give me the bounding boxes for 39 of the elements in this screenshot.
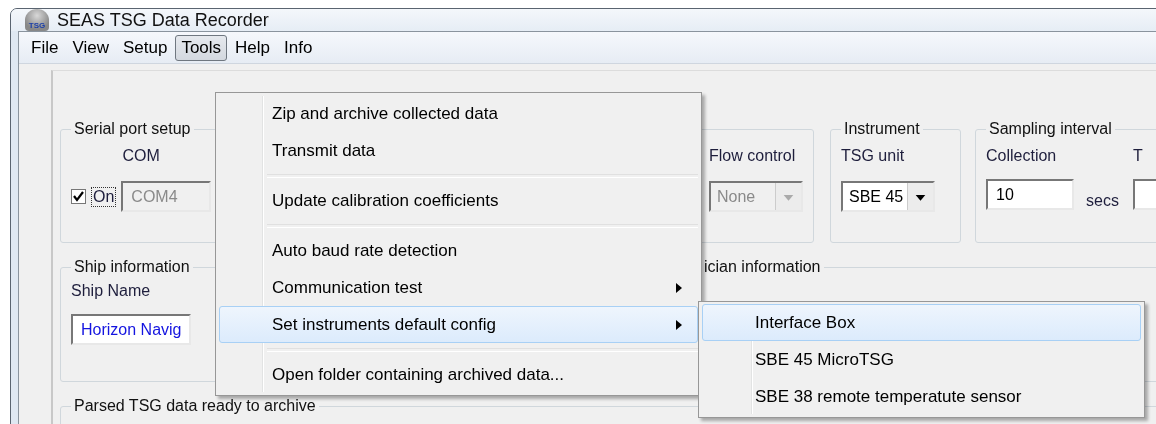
group-label: Ship information	[73, 258, 191, 276]
input-field[interactable]: Horizon Navig	[71, 314, 191, 345]
field-label: TSG unit	[841, 147, 906, 165]
menu-item[interactable]: View	[66, 34, 115, 61]
field-label: Collection	[986, 147, 1058, 165]
menu-item[interactable]: Open folder containing archived data...	[219, 356, 698, 393]
menu-item[interactable]: Info	[278, 34, 319, 61]
field-label: T	[1132, 147, 1144, 165]
window-title: SEAS TSG Data Recorder	[57, 9, 269, 31]
menu-item[interactable]: Zip and archive collected data	[219, 95, 698, 132]
unit-label: secs	[1086, 192, 1119, 210]
caret-icon	[775, 183, 801, 210]
dropdown[interactable]: SBE 45	[841, 181, 935, 212]
checkbox-label: On	[91, 186, 117, 207]
submenu-arrow-icon	[675, 318, 683, 331]
menu-item[interactable]: Set instruments default config	[219, 306, 698, 343]
menu-item[interactable]: Update calibration coefficients	[219, 182, 698, 219]
submenu-arrow-icon	[675, 281, 683, 294]
menu-item[interactable]: File	[25, 34, 65, 61]
app-logo: TSG	[25, 9, 49, 31]
group-label: Serial port setup	[73, 120, 192, 138]
menu-item[interactable]: Communication test	[219, 269, 698, 306]
input-field[interactable]: 10	[986, 179, 1074, 210]
checkbox[interactable]	[71, 189, 86, 204]
group-label: Sampling interval	[988, 120, 1113, 138]
group-label: Parsed TSG data ready to archive	[73, 397, 317, 415]
menu-item[interactable]: SBE 45 MicroTSG	[702, 341, 1141, 378]
group-label: ician information	[703, 258, 822, 276]
field-label: Flow control	[709, 147, 797, 165]
menu-item[interactable]: Transmit data	[219, 132, 698, 169]
menu-item[interactable]: Auto baud rate detection	[219, 232, 698, 269]
caret-icon	[907, 183, 933, 210]
field-label: COM	[122, 147, 160, 165]
group-label: Instrument	[843, 120, 921, 138]
menu-item[interactable]: Tools	[175, 34, 228, 61]
menu-item[interactable]: Interface Box	[702, 304, 1141, 341]
menu-item[interactable]: Help	[229, 34, 277, 61]
menu-item[interactable]: Setup	[116, 34, 174, 61]
menu-item[interactable]: SBE 38 remote temperatute sensor	[702, 378, 1141, 415]
